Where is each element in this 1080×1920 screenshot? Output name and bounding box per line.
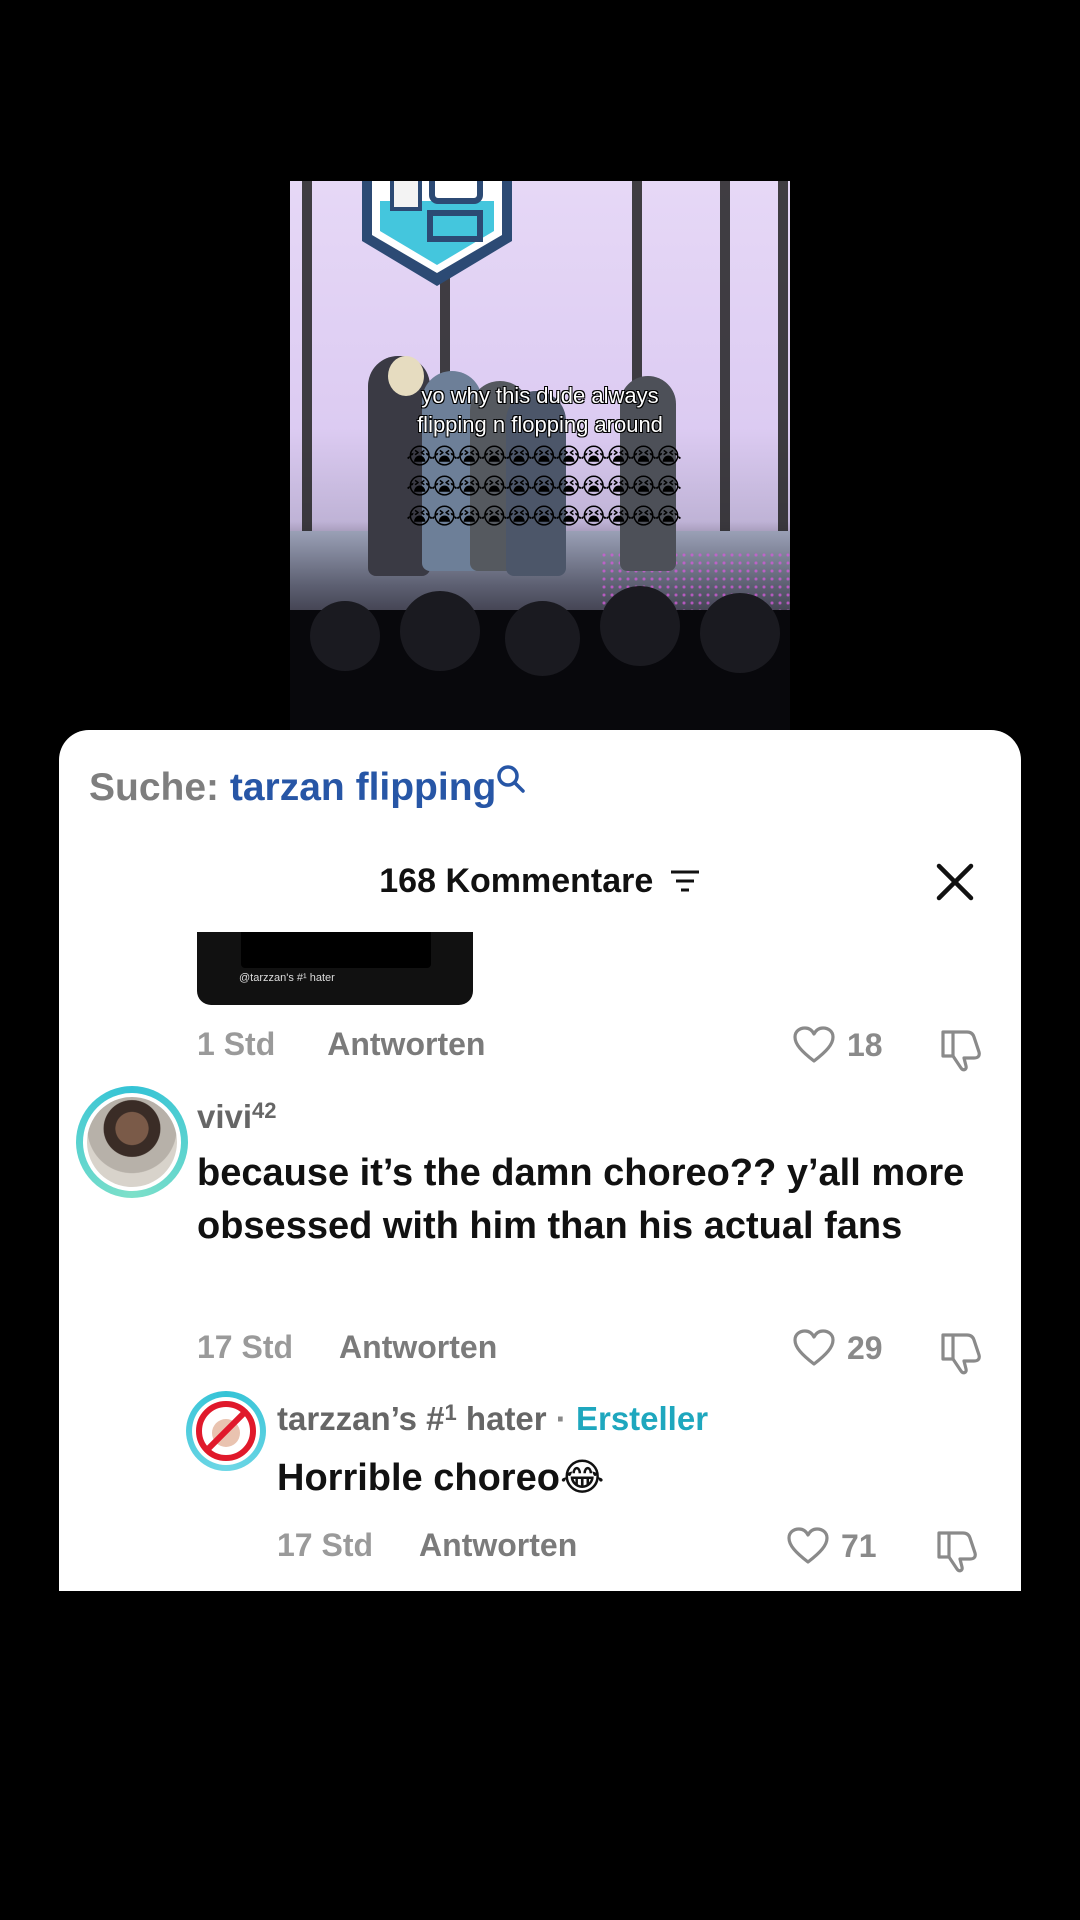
avatar[interactable] [186,1391,266,1471]
comment-time: 17 Std [197,1329,294,1365]
like-count: 29 [847,1329,883,1366]
dislike-button[interactable] [939,1331,985,1375]
dislike-button[interactable] [935,1529,981,1573]
avatar[interactable] [76,1086,188,1198]
heart-icon [787,1527,829,1564]
close-button[interactable] [935,862,975,902]
like-button[interactable]: 29 [793,1329,883,1367]
like-button[interactable]: 18 [793,1026,883,1064]
search-icon[interactable] [496,760,526,804]
search-label: Suche: [89,766,220,809]
username-superscript: 42 [252,1098,277,1123]
comment-time: 1 Std [197,1026,276,1062]
show-logo [362,181,512,286]
caption-line-1: yo why this dude always [421,383,659,408]
video-player[interactable]: yo why this dude always flipping n flopp… [290,181,790,730]
search-term[interactable]: tarzan flipping [230,766,497,809]
like-count: 71 [841,1527,877,1564]
username-text: vivi [197,1098,253,1135]
username-text: tarzzan’s # [277,1400,445,1437]
video-caption: yo why this dude always flipping n flopp… [290,381,790,439]
search-suggestion[interactable]: Suche: tarzan flipping [89,765,526,810]
reply-username[interactable]: tarzzan’s #1 hater · Ersteller [277,1400,708,1438]
no-symbol-icon [196,1401,256,1461]
comment-attachment-image[interactable]: @tarzzan's #¹ hater [197,932,473,1005]
comments-count-title: 168 Kommentare [379,862,654,900]
close-icon [936,863,974,901]
like-count: 18 [847,1026,883,1063]
caption-line-2: flipping n flopping around [417,412,663,437]
username-separator: · [546,1400,576,1437]
caption-emojis: 😭😭😭😭😭😭😭😭😭😭😭😭😭😭😭😭😭😭😭😭😭😭😭😭😭😭😭😭😭😭😭😭😭 [406,443,682,529]
reply-button[interactable]: Antworten [339,1329,497,1365]
creator-badge: Ersteller [575,1400,709,1437]
username-suffix: hater [456,1400,547,1437]
dislike-button[interactable] [939,1028,985,1072]
heart-icon [793,1329,835,1366]
thumbs-down-icon [941,1333,981,1375]
like-button[interactable]: 71 [787,1527,877,1565]
thumbs-down-icon [937,1531,977,1573]
thumbs-down-icon [941,1030,981,1072]
comment-meta: 1 Std Antworten [197,1026,485,1063]
comment-meta: 17 Std Antworten [197,1329,497,1366]
sort-icon[interactable] [669,864,701,903]
reply-button[interactable]: Antworten [419,1527,577,1563]
username-superscript: 1 [444,1400,457,1425]
comments-sheet: Suche: tarzan flipping 168 Kommentare @t… [59,730,1021,1591]
comment-time: 17 Std [277,1527,374,1563]
comments-header: 168 Kommentare [59,862,1021,903]
comment-text: because it’s the damn choreo?? y’all mor… [197,1152,965,1247]
comment-username[interactable]: vivi42 [197,1098,277,1136]
heart-icon [793,1026,835,1063]
attachment-caption: @tarzzan's #¹ hater [239,972,335,984]
comment-meta: 17 Std Antworten [277,1527,577,1564]
reply-button[interactable]: Antworten [327,1026,485,1062]
reply-text: Horrible choreo😂 [277,1457,605,1499]
